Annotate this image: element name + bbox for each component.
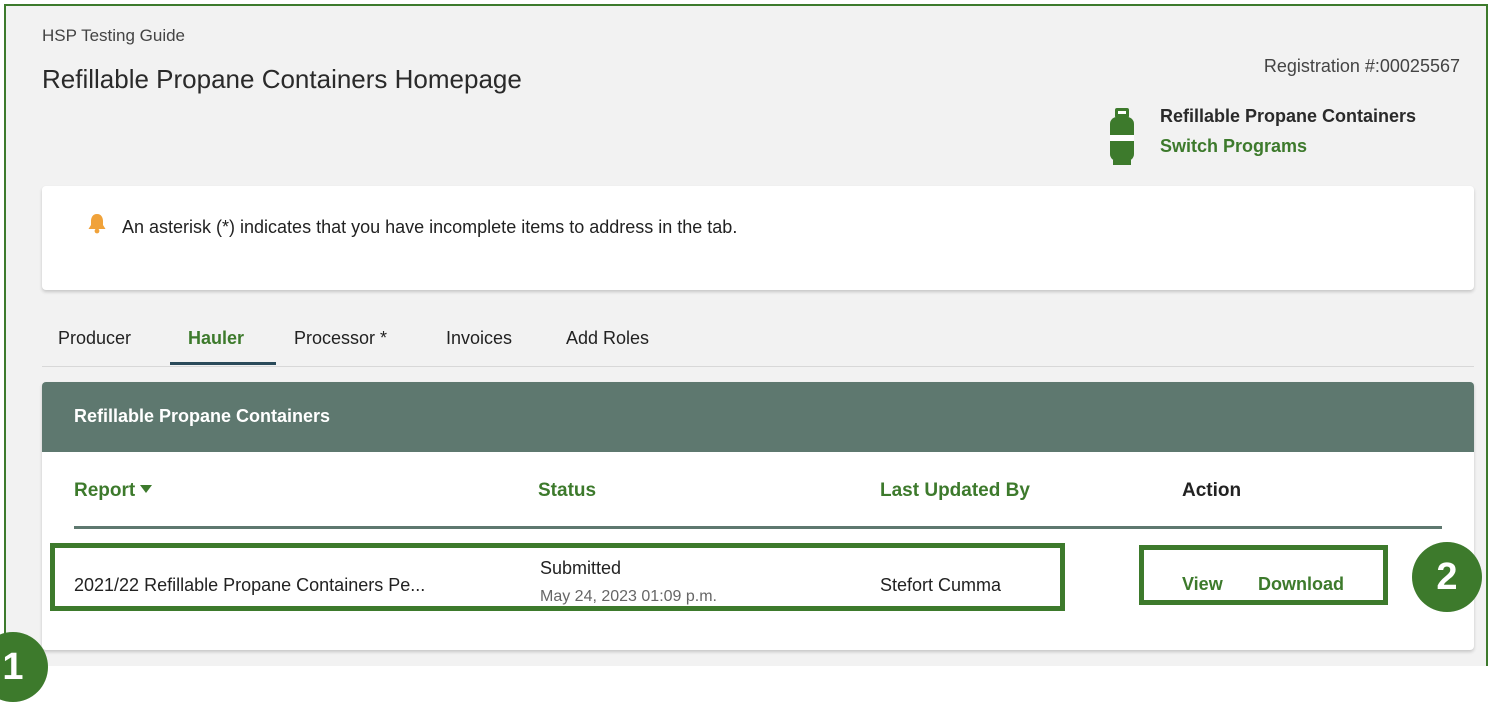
tab-producer[interactable]: Producer: [58, 328, 131, 349]
notice-text: An asterisk (*) indicates that you have …: [122, 217, 738, 237]
program-name: Refillable Propane Containers: [1160, 106, 1417, 126]
breadcrumb: HSP Testing Guide: [42, 26, 186, 45]
active-tab-indicator: [170, 362, 276, 365]
highlight-box-row-details: [50, 543, 1065, 611]
tab-hauler[interactable]: Hauler: [188, 328, 244, 349]
page-title: Refillable Propane Containers Homepage: [42, 64, 522, 94]
column-header-status[interactable]: Status: [538, 480, 596, 502]
role-tabs: Producer Hauler Processor * Invoices Add…: [42, 328, 1474, 367]
column-header-report[interactable]: Report: [74, 480, 153, 502]
column-header-report-label: Report: [74, 480, 136, 501]
card-header: Refillable Propane Containers: [42, 382, 1474, 452]
bell-icon: [88, 214, 106, 234]
tab-invoices[interactable]: Invoices: [446, 328, 512, 349]
sort-caret-icon: [140, 485, 153, 493]
registration-number: Registration #:00025567: [1263, 56, 1460, 76]
propane-tank-icon: [1110, 108, 1134, 165]
tab-processor[interactable]: Processor *: [294, 328, 387, 349]
column-header-action: Action: [1182, 480, 1242, 501]
header-divider: [74, 526, 1442, 529]
highlight-box-actions: [1139, 545, 1388, 605]
tab-add-roles[interactable]: Add Roles: [566, 328, 649, 349]
incomplete-items-notice: An asterisk (*) indicates that you have …: [42, 186, 1474, 290]
callout-marker-2: 2: [1412, 542, 1482, 612]
column-header-last-updated-by[interactable]: Last Updated By: [880, 480, 1030, 502]
card-title: Refillable Propane Containers: [74, 406, 331, 426]
switch-programs-link[interactable]: Switch Programs: [1160, 136, 1307, 157]
